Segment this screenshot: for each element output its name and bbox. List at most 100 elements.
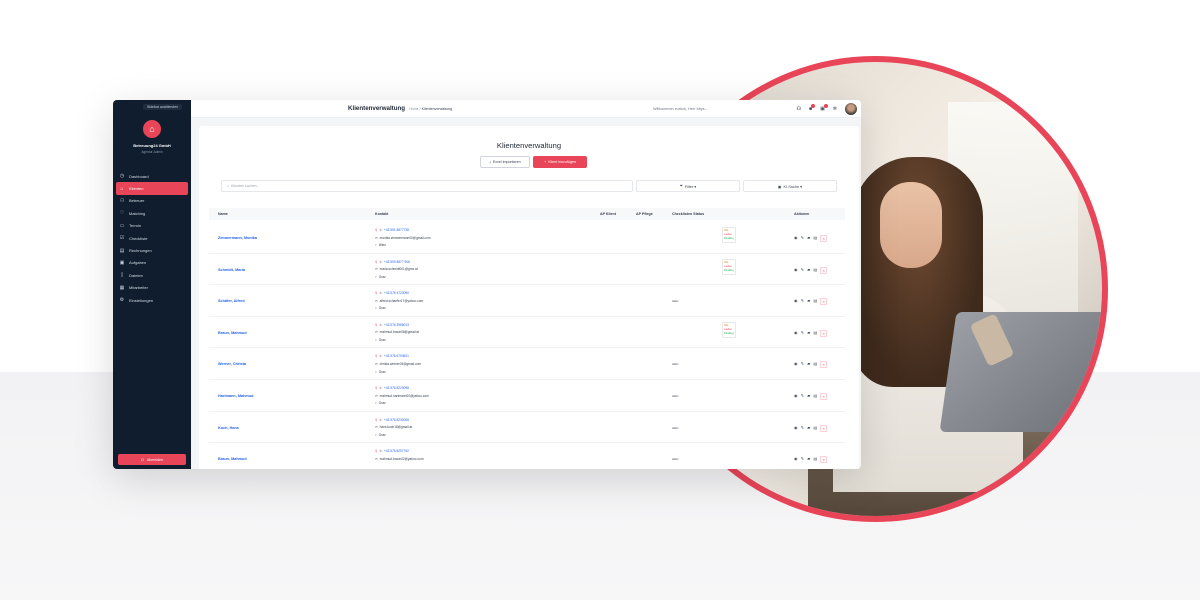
contact-phone[interactable]: +43 576 4723090 (384, 291, 409, 295)
table-row[interactable]: Hartmann, Mahmud ⚲ ✆ +43 576 8220098 ✉ mahmud… (209, 380, 845, 412)
sidebar-item-dashboard[interactable]: ◷ Dashboard (116, 170, 188, 182)
contact-email[interactable]: hans.koch18@gmail.at (380, 425, 412, 429)
sidebar-item-aufgaben[interactable]: ▣ Aufgaben (116, 257, 188, 269)
client-name-link[interactable]: Werner, Christa (218, 362, 246, 366)
sidebar-item-checkliste[interactable]: ☑ Checkliste (116, 232, 188, 244)
document-icon[interactable]: ▤ (814, 456, 818, 463)
breadcrumb-home[interactable]: Home (409, 107, 419, 111)
sidebar-item-einstellungen[interactable]: ⚙ Einstellungen (116, 294, 188, 306)
add-client-button[interactable]: + Klient hinzufügen (533, 156, 587, 168)
contact-email[interactable]: alfred.schaefer17@yahoo.com (380, 299, 423, 303)
logout-button[interactable]: ⏻ Abmelden (118, 454, 186, 465)
delete-icon[interactable]: × (820, 361, 827, 369)
view-icon[interactable]: ◉ (794, 456, 798, 463)
view-icon[interactable]: ◉ (794, 330, 798, 337)
sidebar-item-mitarbeiter[interactable]: ▦ Mitarbeiter (116, 282, 188, 294)
messages-icon[interactable]: ▣ (820, 103, 828, 112)
document-icon[interactable]: ▤ (814, 267, 818, 274)
client-name-link[interactable]: Zimmermann, Monika (218, 236, 257, 240)
delete-icon[interactable]: × (820, 456, 827, 464)
delete-icon[interactable]: × (820, 266, 827, 274)
import-excel-button[interactable]: ⤓ Excel importieren (480, 156, 530, 168)
sidebar-item-klienten[interactable]: ⌂ Klienten (116, 182, 188, 195)
delete-icon[interactable]: × (820, 393, 827, 400)
contact-phone[interactable]: +43 591 8877738 (384, 228, 409, 232)
delete-icon[interactable]: × (820, 424, 827, 432)
edit-icon[interactable]: ✎ (801, 393, 804, 400)
contact-phone[interactable]: +43 576 8220098 (384, 386, 409, 390)
checklist-badges[interactable]: Info Laufen Pending (722, 258, 736, 275)
table-row[interactable]: Schäfer, Alfred ⚲ ✆ +43 576 4723090 ✉ alfred.… (209, 285, 845, 317)
edit-icon[interactable]: ✎ (801, 298, 804, 305)
client-name-link[interactable]: Koch, Hans (218, 426, 239, 430)
contact-phone[interactable]: +43 576 8230008 (384, 418, 409, 422)
document-icon[interactable]: ▤ (814, 361, 818, 368)
delete-icon[interactable]: × (820, 298, 827, 306)
delete-icon[interactable]: × (820, 235, 827, 242)
sidebar-item-matching[interactable]: ♡ Matching (116, 207, 188, 219)
client-name-link[interactable]: Braun, Mahmud (218, 331, 247, 335)
folder-icon[interactable]: ▰ (807, 393, 810, 400)
folder-icon[interactable]: ▰ (807, 456, 810, 463)
search-input[interactable]: ⌕ Klienten suchen... (221, 180, 633, 192)
document-icon[interactable]: ▤ (814, 425, 818, 432)
table-row[interactable]: Braun, Mahmud ⚲ ✆ +43 576 3968013 ✉ mahmud.br… (209, 317, 845, 349)
contact-phone[interactable]: +43 576 6793621 (384, 354, 409, 358)
edit-icon[interactable]: ✎ (801, 235, 804, 242)
theme-sun-icon[interactable]: ✲ (833, 106, 837, 112)
view-icon[interactable]: ◉ (794, 393, 798, 400)
notification-bell-icon[interactable]: ■ (809, 103, 816, 112)
ai-search-dropdown[interactable]: ▣ KI-Suche ▾ (743, 180, 837, 192)
table-row[interactable]: Braun, Mahmud ⚲ ✆ +43 576 8257762 ✉ mahmud.br… (209, 443, 845, 469)
folder-icon[interactable]: ▰ (807, 235, 810, 242)
sidebar-collapse-button[interactable]: Sidebar ausblenden (143, 104, 183, 110)
table-row[interactable]: Werner, Christa ⚲ ✆ +43 576 6793621 ✉ christa… (209, 348, 845, 380)
header-ap-care[interactable]: AP Pflege (636, 212, 653, 216)
view-icon[interactable]: ◉ (794, 298, 798, 305)
edit-icon[interactable]: ✎ (801, 456, 804, 463)
checklist-badges[interactable]: Info Laufen Pending (722, 227, 736, 243)
edit-icon[interactable]: ✎ (801, 330, 804, 337)
folder-icon[interactable]: ▰ (807, 298, 810, 305)
delete-icon[interactable]: × (820, 329, 827, 337)
document-icon[interactable]: ▤ (814, 330, 818, 337)
document-icon[interactable]: ▤ (814, 298, 818, 305)
sidebar-item-termin[interactable]: ▭ Termin (116, 220, 188, 232)
sidebar-item-betreuer[interactable]: ⚇ Betreuer (116, 195, 188, 207)
client-name-link[interactable]: Hartmann, Mahmud (218, 394, 253, 398)
edit-icon[interactable]: ✎ (801, 425, 804, 432)
folder-icon[interactable]: ▰ (807, 425, 810, 432)
edit-icon[interactable]: ✎ (801, 267, 804, 274)
table-row[interactable]: Koch, Hans ⚲ ✆ +43 576 8230008 ✉ hans.koch18@… (209, 412, 845, 444)
checklist-badges[interactable]: Info Laufen Pending (722, 321, 736, 338)
contact-email[interactable]: mahmud.braun08@gmail.at (380, 330, 419, 334)
sidebar-item-rechnungen[interactable]: ▤ Rechnungen (116, 244, 188, 256)
contact-email[interactable]: maria.schmidt001@gmx.at (380, 267, 418, 271)
edit-icon[interactable]: ✎ (801, 361, 804, 368)
sidebar-item-dateien[interactable]: ▯ Dateien (116, 269, 188, 281)
client-name-link[interactable]: Braun, Mahmud (218, 457, 247, 461)
client-name-link[interactable]: Schmidt, Maria (218, 268, 245, 272)
contact-email[interactable]: mahmud.braun02@yahoo.com (380, 457, 424, 461)
contact-phone[interactable]: +43 590 8877 908 (384, 260, 410, 264)
view-icon[interactable]: ◉ (794, 267, 798, 274)
document-icon[interactable]: ▤ (814, 235, 818, 242)
view-icon[interactable]: ◉ (794, 235, 798, 242)
document-icon[interactable]: ▤ (814, 393, 818, 400)
view-icon[interactable]: ◉ (794, 361, 798, 368)
folder-icon[interactable]: ▰ (807, 330, 810, 337)
contact-email[interactable]: monika.zimmermann00@gmail.com (380, 236, 431, 240)
view-icon[interactable]: ◉ (794, 425, 798, 432)
avatar[interactable] (845, 102, 857, 115)
filter-dropdown[interactable]: ⏷ Filter ▾ (636, 180, 740, 192)
contact-phone[interactable]: +43 576 8257762 (384, 449, 409, 453)
client-name-link[interactable]: Schäfer, Alfred (218, 299, 245, 303)
header-ap-client[interactable]: AP Klient (600, 212, 616, 216)
table-row[interactable]: Schmidt, Maria ⚲ ✆ +43 590 8877 908 ✉ maria.s… (209, 254, 845, 286)
contact-email[interactable]: christa.werner03@gmail.com (380, 362, 421, 366)
table-row[interactable]: Zimmermann, Monika ⚲ ✆ +43 591 8877738 ✉ moni… (209, 222, 845, 254)
folder-icon[interactable]: ▰ (807, 267, 810, 274)
header-name[interactable]: Name (218, 212, 228, 216)
folder-icon[interactable]: ▰ (807, 361, 810, 368)
contact-email[interactable]: mahmud.hartmann00@yahoo.com (380, 394, 429, 398)
